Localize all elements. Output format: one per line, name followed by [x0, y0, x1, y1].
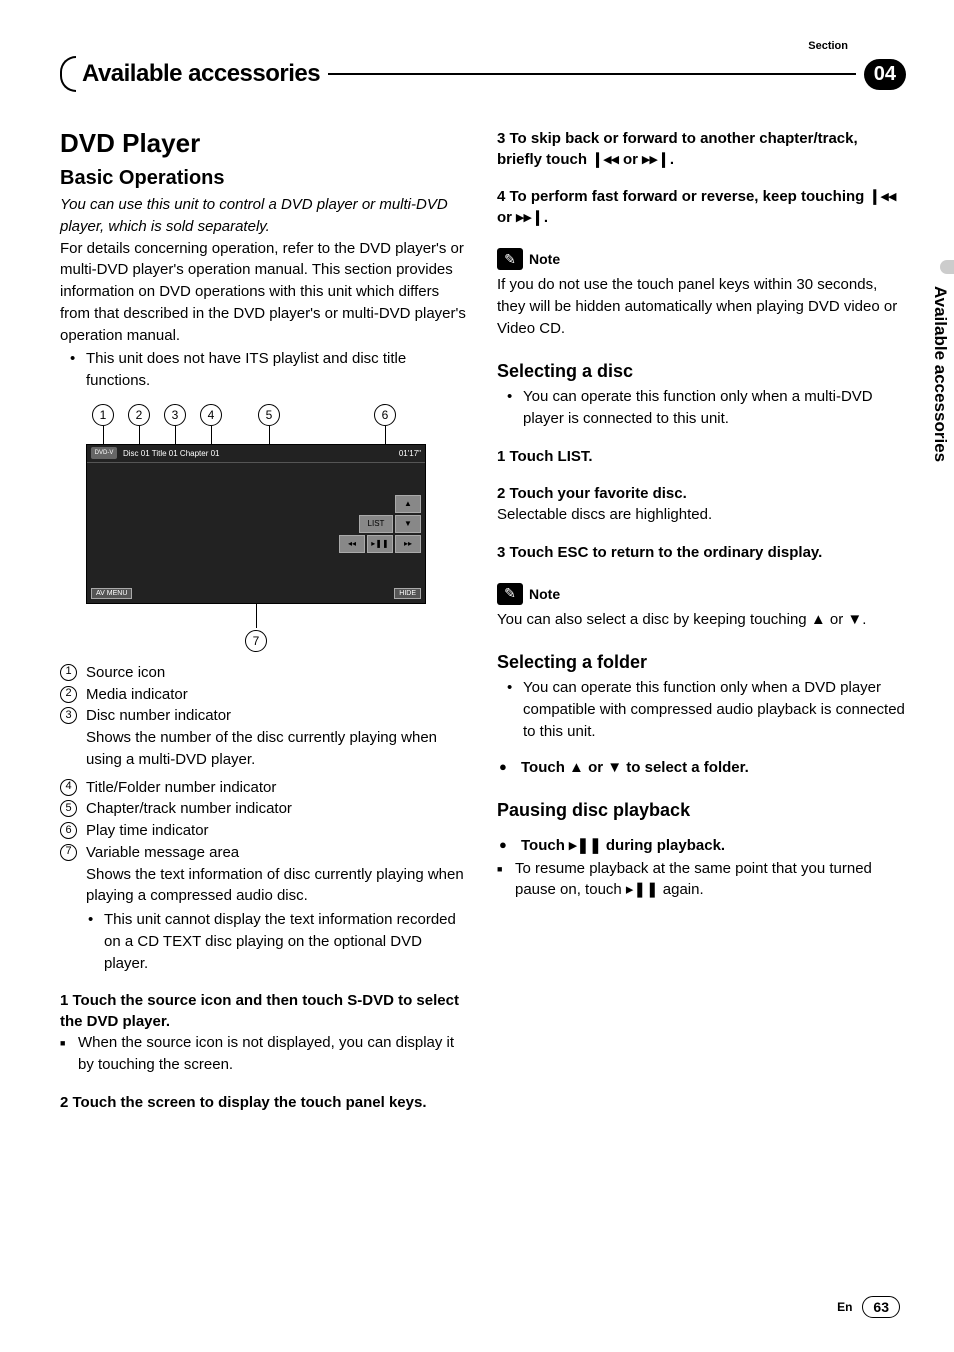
note-label: Note	[529, 251, 560, 267]
sel-disc-step-2: 2 Touch your favorite disc.	[497, 483, 906, 504]
play-time: 01'17"	[399, 449, 421, 458]
step-3: 3 To skip back or forward to another cha…	[497, 128, 906, 170]
chapter-title: Available accessories	[82, 60, 320, 88]
sel-disc-step-3: 3 Touch ESC to return to the ordinary di…	[497, 542, 906, 563]
down-button: ▼	[395, 515, 421, 533]
step-2: 2 Touch the screen to display the touch …	[60, 1092, 469, 1113]
callout-6: 6	[374, 404, 396, 426]
callout-row-bottom: 7	[86, 604, 426, 652]
step-4: 4 To perform fast forward or reverse, ke…	[497, 186, 906, 228]
screen-top-bar: DVD-V Disc 01 Title 01 Chapter 01 01'17"	[87, 445, 425, 463]
legend-item: 1Source icon	[60, 662, 469, 684]
sel-disc-bullet: You can operate this function only when …	[497, 386, 906, 430]
section-number-badge: 04	[864, 59, 906, 90]
callout-1: 1	[92, 404, 114, 426]
sel-disc-step-1: 1 Touch LIST.	[497, 446, 906, 467]
step-1: 1 Touch the source icon and then touch S…	[60, 990, 469, 1032]
legend-desc: Shows the text information of disc curre…	[60, 864, 469, 908]
source-icon: DVD-V	[91, 447, 117, 459]
screen-figure: 1 2 3 4 5 6 DVD-V Disc 01 Titl	[86, 404, 426, 652]
sel-disc-step-2-body: Selectable discs are highlighted.	[497, 504, 906, 526]
legend-desc: Shows the number of the disc currently p…	[60, 727, 469, 771]
prev-track-icon: ❙◂◂	[591, 151, 619, 168]
step-1-follow: When the source icon is not displayed, y…	[60, 1032, 469, 1076]
sel-disc-bullets: You can operate this function only when …	[497, 386, 906, 430]
av-menu-button: AV MENU	[91, 588, 132, 599]
heading-pausing: Pausing disc playback	[497, 800, 906, 821]
intro-italic: You can use this unit to control a DVD p…	[60, 194, 469, 238]
legend-item: 6Play time indicator	[60, 820, 469, 842]
legend-sub-bullet: This unit cannot display the text inform…	[60, 909, 469, 974]
content-columns: DVD Player Basic Operations You can use …	[60, 128, 906, 1113]
legend-item: 4Title/Folder number indicator	[60, 777, 469, 799]
info-line: Disc 01 Title 01 Chapter 01	[123, 449, 220, 458]
up-arrow-icon: ▲	[569, 759, 584, 776]
intro-bullet-list: This unit does not have ITS playlist and…	[60, 348, 469, 392]
footer-lang: En	[837, 1300, 852, 1314]
heading-basic-operations: Basic Operations	[60, 167, 469, 190]
legend-sub-item: This unit cannot display the text inform…	[60, 909, 469, 974]
left-column: DVD Player Basic Operations You can use …	[60, 128, 469, 1113]
sel-folder-action: Touch ▲ or ▼ to select a folder.	[497, 757, 906, 778]
title-rule	[328, 73, 856, 75]
heading-dvd-player: DVD Player	[60, 128, 469, 159]
callout-4: 4	[200, 404, 222, 426]
callout-3: 3	[164, 404, 186, 426]
legend-item: 2Media indicator	[60, 684, 469, 706]
callout-row-top: 1 2 3 4 5 6	[86, 404, 426, 444]
side-tab-accent	[940, 260, 954, 274]
screen-mock: DVD-V Disc 01 Title 01 Chapter 01 01'17"…	[86, 444, 426, 604]
down-arrow-icon: ▼	[607, 759, 622, 776]
figure-legend-2: 4Title/Folder number indicator 5Chapter/…	[60, 777, 469, 864]
note-icon: ✎	[497, 583, 523, 605]
sel-folder-bullet: You can operate this function only when …	[497, 677, 906, 742]
legend-item: 5Chapter/track number indicator	[60, 798, 469, 820]
side-tab: Available accessories	[926, 280, 954, 468]
section-label: Section	[808, 40, 906, 52]
callout-7: 7	[245, 630, 267, 652]
list-button: LIST	[359, 515, 393, 533]
up-button: ▲	[395, 495, 421, 513]
pause-action: Touch ▸❚❚ during playback.	[497, 835, 906, 856]
pause-follow: To resume playback at the same point tha…	[497, 858, 906, 902]
intro-bullet: This unit does not have ITS playlist and…	[60, 348, 469, 392]
right-column: 3 To skip back or forward to another cha…	[497, 128, 906, 1113]
play-pause-icon: ▸❚❚	[569, 837, 602, 854]
title-row: Available accessories 04	[60, 56, 906, 92]
play-pause-button: ▸❚❚	[367, 535, 393, 553]
note-2-body: You can also select a disc by keeping to…	[497, 609, 906, 631]
next-button: ▸▸	[395, 535, 421, 553]
header-row: Section	[60, 40, 906, 52]
legend-item: 3Disc number indicator	[60, 705, 469, 727]
figure-legend: 1Source icon 2Media indicator 3Disc numb…	[60, 662, 469, 727]
note-row: ✎ Note	[497, 248, 906, 270]
legend-item: 7Variable message area	[60, 842, 469, 864]
play-pause-icon: ▸❚❚	[626, 881, 659, 898]
next-track-icon: ▸▸❙	[516, 209, 544, 226]
down-arrow-icon: ▼	[847, 611, 862, 628]
note-icon: ✎	[497, 248, 523, 270]
note-body: If you do not use the touch panel keys w…	[497, 274, 906, 339]
note-label: Note	[529, 586, 560, 602]
callout-5: 5	[258, 404, 280, 426]
heading-selecting-disc: Selecting a disc	[497, 361, 906, 382]
screen-controls: ▲ LIST ▼ ◂◂ ▸❚❚ ▸▸	[339, 495, 421, 553]
note-row-2: ✎ Note	[497, 583, 906, 605]
up-arrow-icon: ▲	[811, 611, 826, 628]
manual-page: Section Available accessories 04 DVD Pla…	[0, 0, 954, 1352]
page-number: 63	[862, 1296, 900, 1318]
callout-2: 2	[128, 404, 150, 426]
footer: En 63	[837, 1296, 900, 1318]
heading-selecting-folder: Selecting a folder	[497, 652, 906, 673]
hide-button: HIDE	[394, 588, 421, 599]
next-track-icon: ▸▸❙	[642, 151, 670, 168]
sel-folder-bullets: You can operate this function only when …	[497, 677, 906, 742]
prev-button: ◂◂	[339, 535, 365, 553]
prev-track-icon: ❙◂◂	[868, 188, 896, 205]
intro-body: For details concerning operation, refer …	[60, 238, 469, 347]
bracket-left-icon	[60, 56, 76, 92]
